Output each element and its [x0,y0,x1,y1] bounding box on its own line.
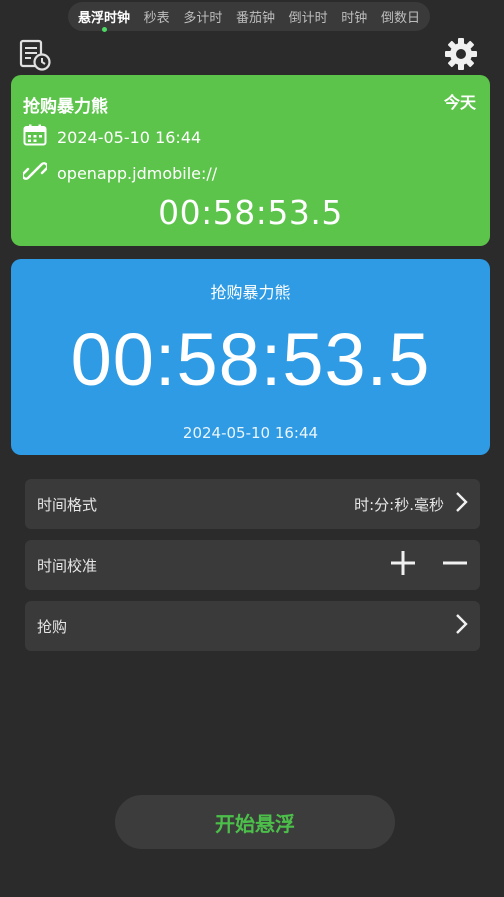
gear-icon[interactable] [443,36,479,76]
history-log-icon[interactable] [18,38,52,76]
mode-tab-bar: 悬浮时钟 秒表 多计时 番茄钟 倒计时 时钟 倒数日 [68,2,430,32]
chevron-right-icon [454,491,468,517]
floating-clock-preview[interactable]: 抢购暴力熊 00:58:53.5 2024-05-10 16:44 [11,259,490,455]
calendar-icon [23,124,57,150]
tab-countdown[interactable]: 倒计时 [287,7,330,26]
preview-countdown: 00:58:53.5 [70,318,431,401]
start-floating-button[interactable]: 开始悬浮 [115,795,395,849]
event-card-green[interactable]: 抢购暴力熊 今天 2024-05-10 16:44 openapp.jdmobi… [11,75,490,246]
tab-stopwatch[interactable]: 秒表 [142,7,172,26]
plus-icon[interactable] [390,550,416,580]
preview-datetime: 2024-05-10 16:44 [182,424,319,442]
link-icon [21,160,57,186]
event-datetime-row: 2024-05-10 16:44 [23,124,201,150]
time-calibration-label: 时间校准 [37,556,98,575]
tab-floating-clock[interactable]: 悬浮时钟 [76,7,132,32]
time-calibration-row: 时间校准 [25,540,480,590]
time-format-row[interactable]: 时间格式 时:分:秒.毫秒 [25,479,480,529]
tab-pomodoro[interactable]: 番茄钟 [234,7,277,26]
minus-icon[interactable] [442,550,468,580]
chevron-right-icon [454,613,468,639]
time-format-label: 时间格式 [37,495,98,514]
tab-clock[interactable]: 时钟 [339,7,369,26]
preview-title: 抢购暴力熊 [210,283,291,302]
event-link: openapp.jdmobile:// [57,163,218,183]
event-title: 抢购暴力熊 [23,97,108,117]
tab-multi-timer[interactable]: 多计时 [181,7,224,26]
event-link-row: openapp.jdmobile:// [21,160,218,186]
purchase-row[interactable]: 抢购 [25,601,480,651]
tab-days-countdown[interactable]: 倒数日 [379,7,422,26]
time-format-value: 时:分:秒.毫秒 [354,495,444,514]
event-datetime: 2024-05-10 16:44 [57,127,202,147]
purchase-label: 抢购 [37,617,68,636]
today-badge: 今天 [443,93,476,112]
event-countdown: 00:58:53.5 [158,193,343,232]
